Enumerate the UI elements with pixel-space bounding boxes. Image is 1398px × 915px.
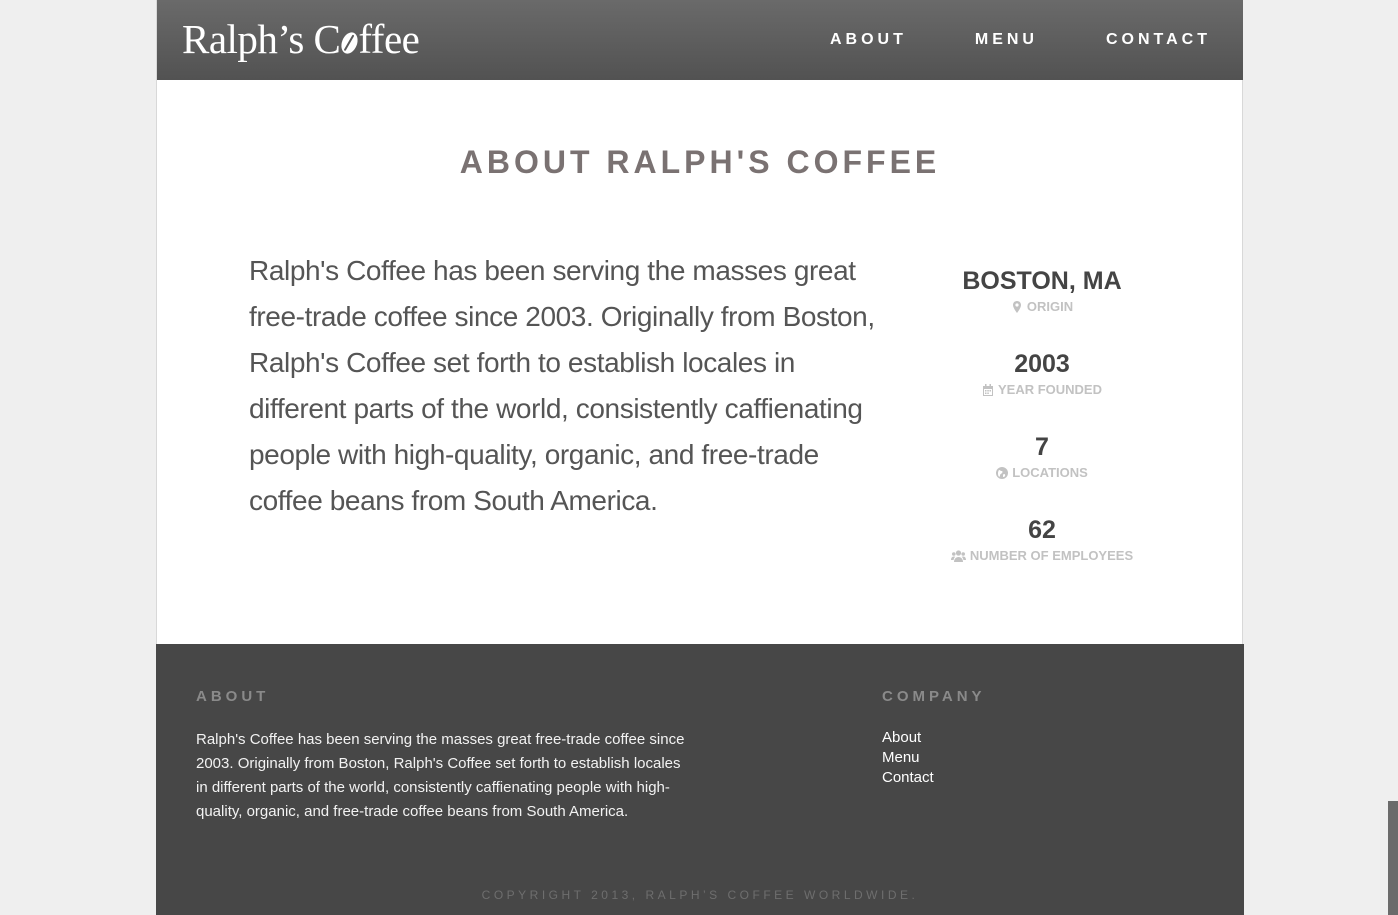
- footer-link-about[interactable]: About: [882, 729, 921, 746]
- stat-value: 7: [1035, 433, 1049, 461]
- nav-contact-link[interactable]: CONTACT: [1106, 31, 1211, 49]
- nav-menu-link[interactable]: MENU: [975, 31, 1038, 49]
- globe-icon: [996, 467, 1009, 479]
- site-header: Ralph’s C ffee ABOUT MENU CONTACT: [157, 0, 1243, 80]
- stat-label-row: LOCATIONS: [922, 466, 1162, 480]
- stat-employees: 62 NUMBER OF EMPLOYEES: [922, 511, 1162, 594]
- scrollbar-thumb[interactable]: [1388, 801, 1398, 915]
- calendar-icon: [982, 384, 993, 396]
- stat-year-founded: 2003 YEAR FOUNDED: [922, 345, 1162, 428]
- list-item: Menu: [882, 748, 934, 768]
- copyright-text: COPYRIGHT 2013, RALPH’S COFFEE WORLDWIDE…: [481, 888, 919, 902]
- users-icon: [950, 550, 966, 562]
- map-marker-icon: [1012, 301, 1021, 313]
- stat-value: BOSTON, MA: [962, 267, 1122, 295]
- stat-label: ORIGIN: [1026, 299, 1074, 314]
- list-item: About: [882, 728, 934, 748]
- logo-text-part1: Ralph’s C: [182, 16, 341, 62]
- stat-label-row: YEAR FOUNDED: [922, 383, 1162, 397]
- stat-label: LOCATIONS: [1012, 465, 1088, 480]
- nav-about-link[interactable]: ABOUT: [830, 31, 907, 49]
- stat-origin: BOSTON, MA ORIGIN: [922, 262, 1162, 345]
- stat-label-row: NUMBER OF EMPLOYEES: [922, 549, 1162, 563]
- main-nav: ABOUT MENU CONTACT: [762, 0, 1211, 80]
- footer-company-heading: COMPANY: [882, 688, 986, 705]
- footer-about-text: Ralph's Coffee has been serving the mass…: [196, 731, 685, 820]
- page-title: ABOUT RALPH'S COFFEE: [459, 144, 941, 180]
- about-lead-text: Ralph's Coffee has been serving the mass…: [249, 255, 875, 516]
- stat-value: 2003: [1014, 350, 1070, 378]
- logo[interactable]: Ralph’s C ffee: [182, 14, 420, 64]
- footer-company-links: About Menu Contact: [882, 728, 934, 788]
- stats-list: BOSTON, MA ORIGIN 2003 YEAR FOUNDED 7 LO…: [922, 262, 1162, 594]
- footer-link-menu[interactable]: Menu: [882, 749, 920, 766]
- footer-link-contact[interactable]: Contact: [882, 769, 934, 786]
- stat-label: NUMBER OF EMPLOYEES: [969, 548, 1134, 563]
- stat-value: 62: [1028, 516, 1056, 544]
- list-item: Contact: [882, 768, 934, 788]
- stat-locations: 7 LOCATIONS: [922, 428, 1162, 511]
- footer-about-heading: ABOUT: [196, 688, 270, 705]
- logo-text-part2: ffee: [358, 16, 420, 62]
- site-footer: ABOUT Ralph's Coffee has been serving th…: [156, 644, 1244, 915]
- stat-label-row: ORIGIN: [922, 300, 1162, 314]
- stat-label: YEAR FOUNDED: [997, 382, 1102, 397]
